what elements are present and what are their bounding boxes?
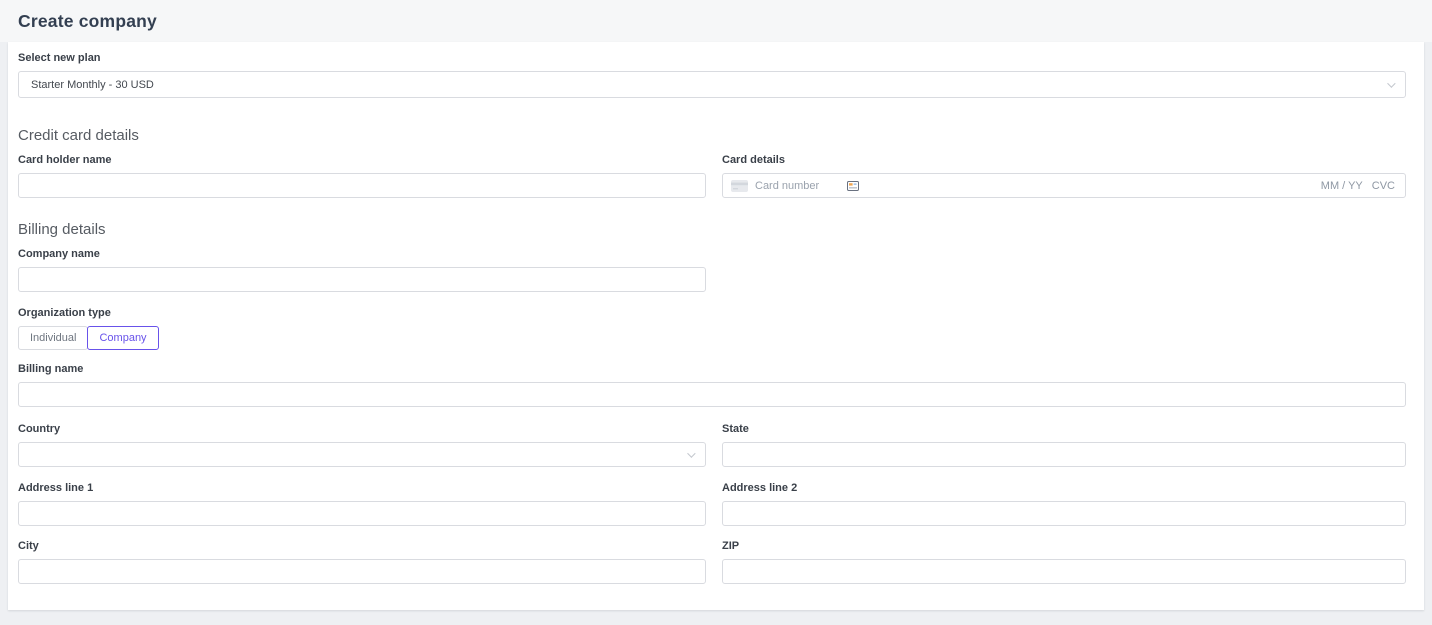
create-company-form-card: Select new plan Starter Monthly - 30 USD… [8,42,1424,610]
country-field-group: Country [18,423,706,467]
card-holder-name-label: Card holder name [18,154,112,166]
address-line-2-field-group: Address line 2 [722,482,1406,526]
card-brand-icon [847,180,859,191]
card-holder-field-group: Card holder name [18,154,706,198]
card-details-field[interactable]: MM / YY CVC [722,173,1406,198]
chevron-down-icon [1387,78,1396,88]
city-field-group: City [18,540,706,584]
address-line-1-input[interactable] [18,501,706,526]
card-number-input[interactable] [755,179,833,192]
card-details-field-group: Card details MM / YY CVC [722,154,1406,198]
page-title: Create company [18,10,157,31]
city-input[interactable] [18,559,706,584]
card-expiry-cvc-group: MM / YY CVC [1321,180,1395,192]
address-line-1-field-group: Address line 1 [18,482,706,526]
state-label: State [722,423,749,435]
credit-card-icon [731,179,748,192]
address-line-2-input[interactable] [722,501,1406,526]
company-name-field-group: Company name [18,248,706,292]
billing-name-label: Billing name [18,363,84,375]
company-name-input[interactable] [18,267,706,292]
organization-type-group: Organization type Individual Company [18,307,1406,350]
country-select[interactable] [18,442,706,467]
state-input[interactable] [722,442,1406,467]
organization-type-company-button[interactable]: Company [87,326,159,350]
address-line-1-label: Address line 1 [18,482,94,494]
billing-details-heading: Billing details [18,221,106,238]
page-header: Create company [0,0,1432,42]
company-name-label: Company name [18,248,100,260]
select-new-plan-label: Select new plan [18,52,101,64]
address-line-2-label: Address line 2 [722,482,798,494]
state-field-group: State [722,423,1406,467]
plan-select-value: Starter Monthly - 30 USD [31,78,154,91]
organization-type-toggle: Individual Company [18,326,1406,350]
country-label: Country [18,423,61,435]
organization-type-individual-button[interactable]: Individual [18,326,89,350]
card-expiry-placeholder[interactable]: MM / YY [1321,180,1363,192]
plan-field-group: Select new plan Starter Monthly - 30 USD [18,52,1406,98]
organization-type-label: Organization type [18,307,111,319]
city-label: City [18,540,39,552]
zip-field-group: ZIP [722,540,1406,584]
billing-name-input[interactable] [18,382,1406,407]
zip-label: ZIP [722,540,740,552]
chevron-down-icon [687,448,696,458]
card-cvc-placeholder[interactable]: CVC [1372,180,1395,192]
zip-input[interactable] [722,559,1406,584]
billing-name-field-group: Billing name [18,363,1406,407]
card-details-label: Card details [722,154,785,166]
credit-card-details-heading: Credit card details [18,127,139,144]
card-holder-name-input[interactable] [18,173,706,198]
plan-select[interactable]: Starter Monthly - 30 USD [18,71,1406,98]
